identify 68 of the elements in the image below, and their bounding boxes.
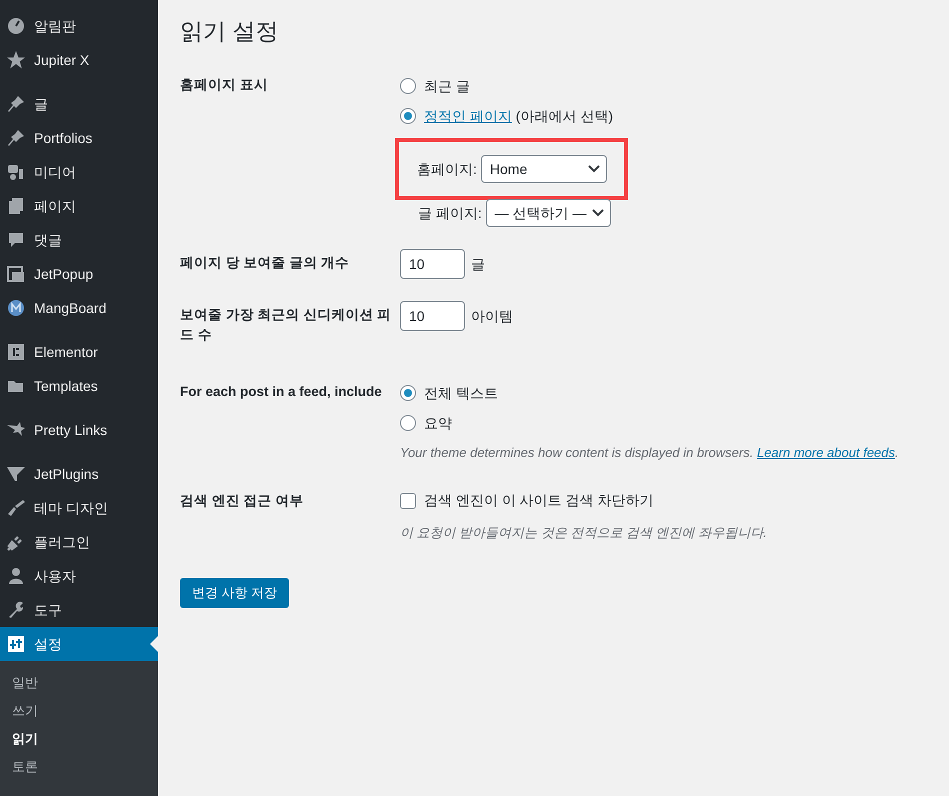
number-field[interactable]: 10 [400,301,465,331]
radio-button[interactable] [400,108,416,124]
sidebar-item[interactable]: 댓글 [0,223,158,257]
sidebar-item[interactable]: JetPlugins [0,457,158,491]
checkbox[interactable] [400,492,416,508]
setting-label: 검색 엔진 접근 여부 [180,492,304,510]
description: 이 요청이 받아들여지는 것은 전적으로 검색 엔진에 좌우됩니다. [400,524,767,542]
option-label: 전체 텍스트 [424,384,498,402]
menu-icon [6,566,26,586]
setting-label: For each post in a feed, include [180,383,383,401]
sidebar-item[interactable]: Templates [0,369,158,403]
sidebar-item[interactable]: 플러그인 [0,525,158,559]
submenu-item[interactable]: 읽기 [0,725,158,753]
menu-icon [6,196,26,216]
sidebar-item[interactable]: 설정 [0,627,158,661]
menu-icon [6,342,26,362]
field-label: 홈페이지: [417,160,477,178]
menu-icon [6,162,26,182]
menu-icon [6,264,26,284]
number-field[interactable]: 10 [400,249,465,279]
sidebar-item[interactable]: 미디어 [0,155,158,189]
sidebar-item[interactable]: Elementor [0,335,158,369]
chevron-icon [592,209,604,217]
radio-button[interactable] [400,385,416,401]
option-label: 최근 글 [424,76,470,96]
feeds-link[interactable]: Learn more about feeds [756,445,896,460]
menu-icon [6,634,26,654]
menu-icon [6,94,26,114]
menu-icon [6,128,26,148]
sidebar-item[interactable]: 글 [0,87,158,121]
sidebar-item[interactable]: Portfolios [0,121,158,155]
radio-button[interactable] [400,78,416,94]
sidebar-item[interactable]: 테마 디자인 [0,491,158,525]
save-button[interactable]: 변경 사항 저장 [180,578,290,608]
sidebar-item[interactable]: 알림판 [0,9,158,43]
sidebar-item[interactable]: Jupiter X [0,43,158,77]
menu-icon [6,298,26,318]
menu-icon [6,50,26,70]
sidebar-item[interactable]: 도구 [0,593,158,627]
submenu-item[interactable]: 쓰기 [0,697,158,725]
setting-label: 홈페이지 표시 [180,76,269,94]
static-page-link[interactable]: 정적인 페이지 [424,108,512,124]
pointer-icon [150,636,158,652]
description: Your theme determines how content is displayed in browsers. Learn more about feeds. [400,444,899,462]
page-title: 읽기 설정 [180,17,280,46]
menu-icon [6,498,26,518]
chevron-icon [588,165,600,173]
menu-icon [6,16,26,36]
submenu-item[interactable]: 토론 [0,753,158,781]
dropdown[interactable]: — 선택하기 — [486,199,611,227]
menu-icon [6,230,26,250]
setting-label: 보여줄 가장 최근의 신디케이션 피드 수 [180,306,392,344]
sidebar-item[interactable]: 사용자 [0,559,158,593]
sidebar-item[interactable]: Pretty Links [0,413,158,447]
sidebar-item[interactable]: MangBoard [0,291,158,325]
unit-label: 글 [471,254,485,274]
option-label: 요약 [424,414,452,432]
sidebar-item[interactable]: 페이지 [0,189,158,223]
menu-icon [6,464,26,484]
option-label: 정적인 페이지 (아래에서 선택) [424,106,613,126]
field-label: 글 페이지: [418,204,482,222]
dropdown[interactable]: Home [480,155,607,183]
submenu-item[interactable]: 일반 [0,669,158,697]
unit-label: 아이템 [471,306,513,326]
radio-button[interactable] [400,415,416,431]
checkbox-label: 검색 엔진이 이 사이트 검색 차단하기 [424,491,654,510]
setting-label: 페이지 당 보여줄 글의 개수 [180,254,350,272]
sidebar-item[interactable]: JetPopup [0,257,158,291]
